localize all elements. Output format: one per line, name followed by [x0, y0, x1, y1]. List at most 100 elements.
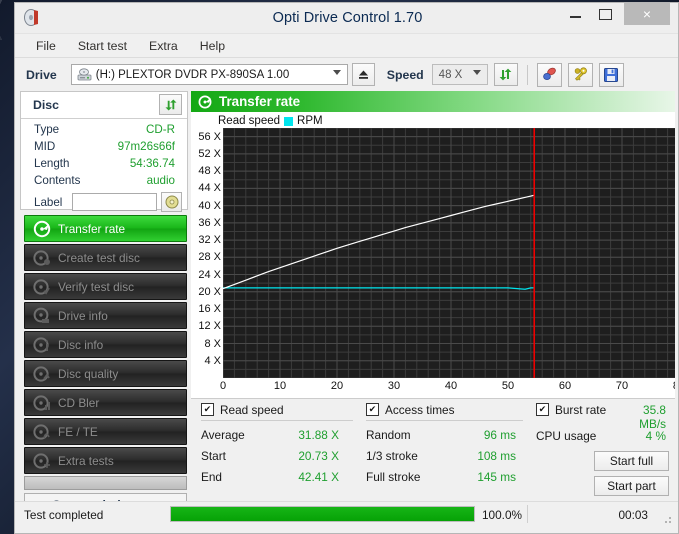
- sidebar-item-disc-quality[interactable]: Disc quality: [24, 360, 187, 387]
- y-axis-tick-label: 36 X: [198, 216, 221, 229]
- sidebar-item-fe-te[interactable]: FE / TE: [24, 418, 187, 445]
- sidebar-item-label: Disc quality: [58, 366, 119, 381]
- left-sidebar: Disc Type CD-R MID 97m26s66f Length 54:3…: [20, 91, 188, 516]
- progress-fill: [171, 507, 474, 521]
- toolbar-separator: [526, 64, 528, 85]
- chart-x-axis: 01020304050607080min: [191, 378, 675, 398]
- read-speed-checkbox[interactable]: ✔: [201, 403, 214, 416]
- menu-help[interactable]: Help: [189, 36, 236, 56]
- status-separator: [527, 505, 528, 523]
- disc-label-button[interactable]: [161, 192, 182, 212]
- close-icon: ×: [642, 6, 652, 22]
- sidebar-item-transfer-rate[interactable]: Transfer rate: [24, 215, 187, 242]
- resize-grip[interactable]: [662, 514, 673, 525]
- refresh-disc-button[interactable]: [159, 94, 182, 115]
- disc-row-length: Length 54:36.74: [21, 156, 187, 173]
- drive-value: (H:) PLEXTOR DVDR PX-890SA 1.00: [95, 68, 290, 81]
- disc-extra-icon: [33, 452, 51, 470]
- disc-check-icon: [198, 95, 212, 109]
- x-axis-tick-label: 80: [673, 380, 675, 392]
- sidebar-item-extra-tests[interactable]: Extra tests: [24, 447, 187, 474]
- drive-toolbar: Drive (H:) PLEXTOR DVDR PX-890SA 1.00 Sp…: [15, 58, 678, 91]
- result-value: 42.41 X: [298, 470, 339, 484]
- sidebar-item-cd-bler[interactable]: CD Bler: [24, 389, 187, 416]
- access-times-checkbox[interactable]: ✔: [366, 403, 379, 416]
- result-value: 145 ms: [477, 470, 516, 484]
- maximize-button[interactable]: [590, 3, 620, 25]
- access-times-results: ✔ Access times Random 96 ms 1/3 stroke 1…: [366, 399, 523, 489]
- disc-row-type: Type CD-R: [21, 122, 187, 139]
- drive-label: Drive: [26, 67, 57, 82]
- result-key: Full stroke: [366, 470, 421, 484]
- disc-value: 54:36.74: [129, 157, 175, 170]
- x-axis-tick-label: 30: [387, 380, 401, 392]
- y-axis-tick-label: 40 X: [198, 199, 221, 212]
- keys-button[interactable]: [567, 62, 593, 87]
- disc-value: CD-R: [146, 123, 175, 136]
- disc-drive-icon: [33, 307, 51, 325]
- sidebar-item-label: Transfer rate: [58, 221, 126, 236]
- drive-select[interactable]: (H:) PLEXTOR DVDR PX-890SA 1.00: [70, 64, 348, 85]
- chart-legend: Read speed RPM: [218, 114, 323, 128]
- panel-header: Transfer rate: [191, 91, 675, 112]
- burst-rate-checkbox-row[interactable]: ✔ Burst rate 35.8 MB/s: [536, 399, 668, 431]
- keys-icon: [574, 67, 587, 81]
- start-full-button[interactable]: Start full: [594, 451, 669, 471]
- disc-label-key: Label: [34, 196, 63, 209]
- sidebar-item-verify-test-disc[interactable]: Verify test disc: [24, 273, 187, 300]
- access-times-checkbox-row[interactable]: ✔ Access times: [366, 399, 523, 420]
- result-key: CPU usage: [536, 429, 597, 443]
- status-message: Test completed: [24, 508, 104, 522]
- speed-select[interactable]: 48 X: [431, 64, 488, 85]
- disc-label-input[interactable]: [72, 193, 157, 211]
- result-key: Random: [366, 428, 411, 442]
- sidebar-item-create-test-disc[interactable]: Create test disc: [24, 244, 187, 271]
- sidebar-item-disc-info[interactable]: Disc info: [24, 331, 187, 358]
- access-times-title: Access times: [385, 402, 455, 417]
- maximize-icon: [598, 8, 612, 20]
- y-axis-tick-label: 56 X: [198, 130, 221, 143]
- burst-cpu-results: ✔ Burst rate 35.8 MB/s CPU usage 4 %: [536, 399, 668, 448]
- check-icon: ✔: [538, 404, 547, 414]
- save-button[interactable]: [598, 62, 624, 87]
- disc-panel-title: Disc: [33, 98, 59, 112]
- sidebar-item-drive-info[interactable]: Drive info: [24, 302, 187, 329]
- result-row-start: Start 20.73 X: [201, 447, 353, 468]
- read-speed-checkbox-row[interactable]: ✔ Read speed: [201, 399, 353, 420]
- nav-list: Transfer rate Create test disc Verify te…: [24, 215, 187, 516]
- menu-extra[interactable]: Extra: [138, 36, 189, 56]
- refresh-drive-button[interactable]: [493, 63, 518, 86]
- y-axis-tick-label: 48 X: [198, 165, 221, 178]
- results-panel: ✔ Read speed Average 31.88 X Start 20.73…: [191, 398, 675, 500]
- erase-button[interactable]: [536, 62, 562, 87]
- status-bar: Test completed 100.0% 00:03: [15, 501, 678, 528]
- elapsed-time: 00:03: [618, 508, 648, 522]
- close-button[interactable]: ×: [624, 3, 670, 25]
- disc-key: MID: [34, 140, 56, 153]
- disc-label-row: Label: [21, 192, 187, 214]
- legend-rpm-swatch: [284, 116, 294, 126]
- menu-file[interactable]: File: [25, 36, 67, 56]
- disc-info-icon: [33, 336, 51, 354]
- minimize-icon: [569, 16, 581, 18]
- legend-rpm-label: RPM: [297, 115, 323, 127]
- disc-key: Contents: [34, 174, 81, 187]
- result-row-cpu-usage: CPU usage 4 %: [536, 427, 668, 448]
- menu-start-test[interactable]: Start test: [67, 36, 138, 56]
- panel-title: Transfer rate: [219, 94, 301, 109]
- save-icon: [604, 67, 619, 82]
- chart-svg: [223, 128, 675, 378]
- y-axis-tick-label: 24 X: [198, 268, 221, 281]
- result-key: 1/3 stroke: [366, 449, 418, 463]
- start-part-button[interactable]: Start part: [594, 476, 669, 496]
- eject-button[interactable]: [351, 63, 375, 86]
- read-speed-results: ✔ Read speed Average 31.88 X Start 20.73…: [201, 399, 353, 489]
- y-axis-tick-label: 12 X: [198, 320, 221, 333]
- burst-rate-title: Burst rate: [555, 402, 607, 417]
- application-window: Opti Drive Control 1.70 × File Start tes…: [14, 2, 679, 534]
- minimize-button[interactable]: [560, 3, 590, 25]
- disc-fete-icon: [33, 423, 51, 441]
- speed-value: 48 X: [438, 68, 463, 81]
- burst-rate-checkbox[interactable]: ✔: [536, 403, 549, 416]
- disc-burn-icon: [33, 249, 51, 267]
